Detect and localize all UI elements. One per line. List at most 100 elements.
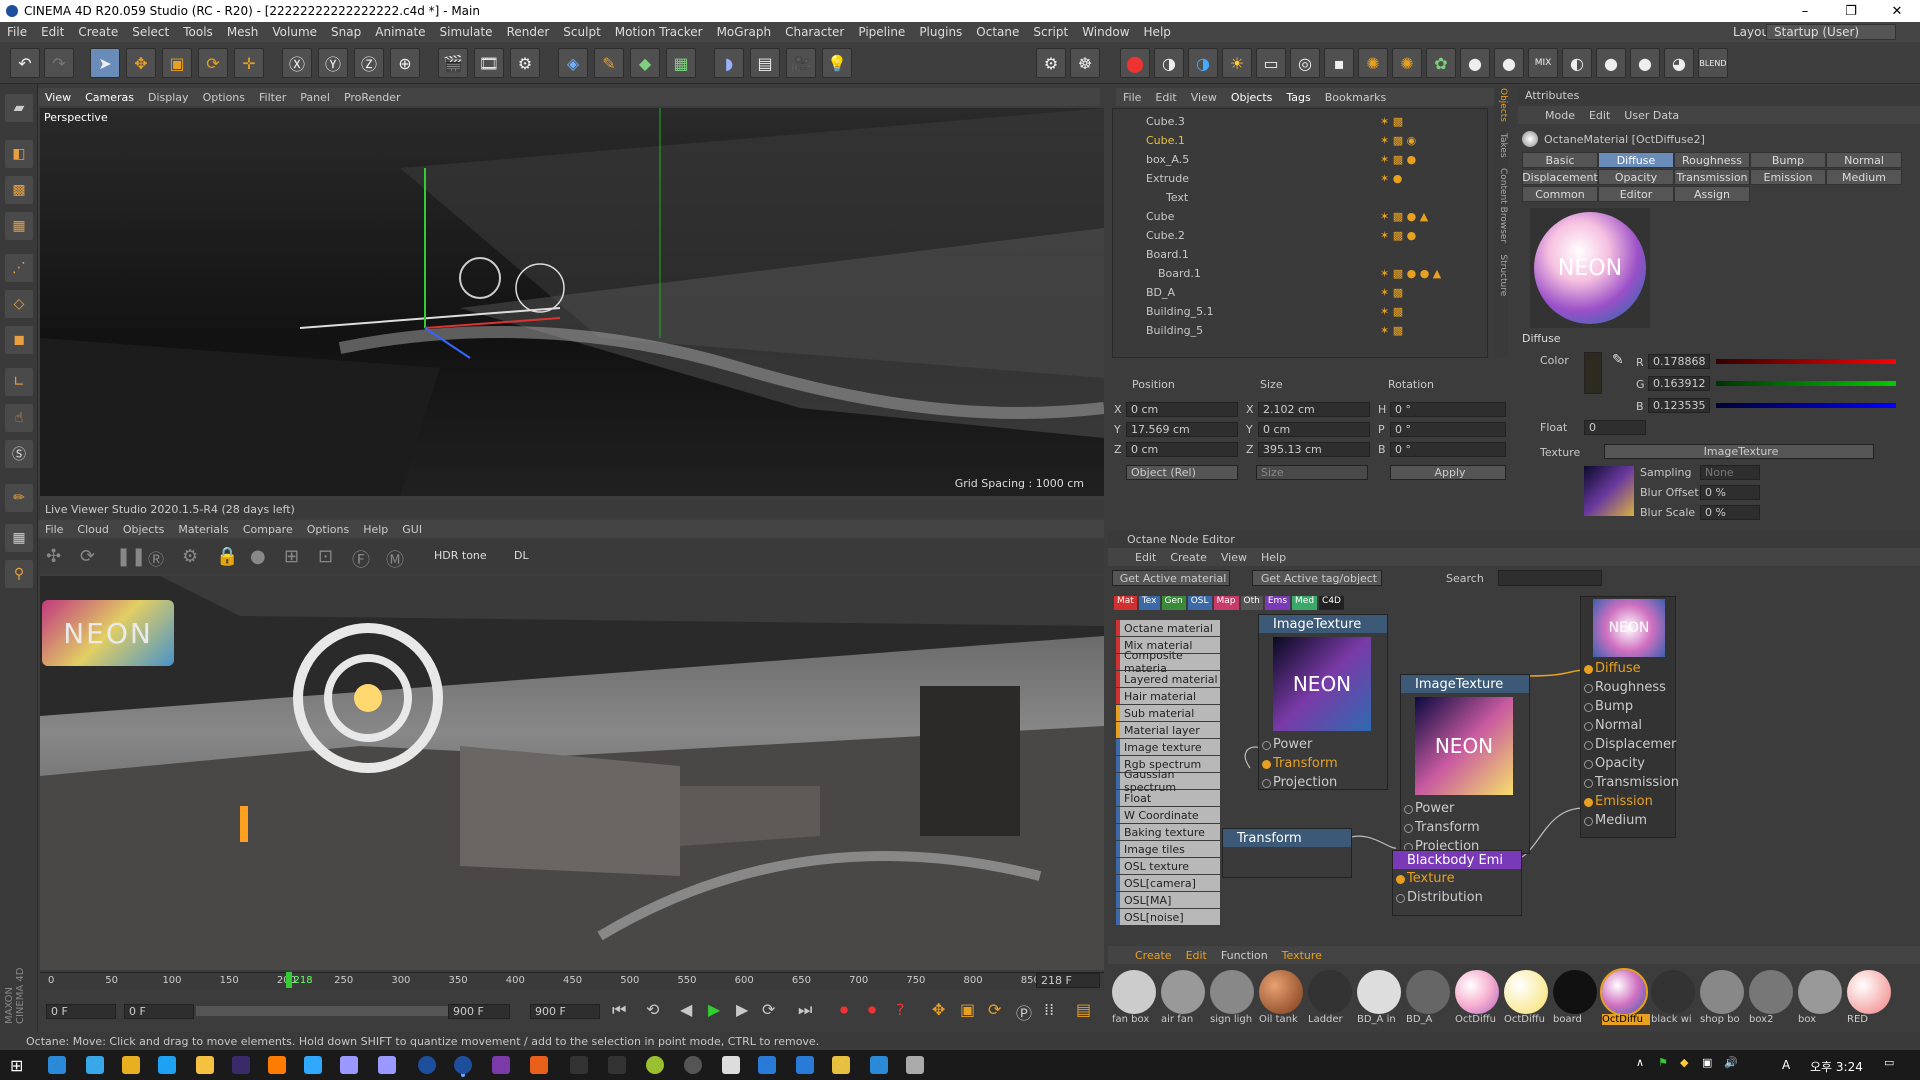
color-r-slider[interactable] xyxy=(1716,359,1896,364)
lv-pause-icon[interactable]: ❚❚ xyxy=(116,546,146,567)
octane-mat-glossy-icon[interactable]: ● xyxy=(1494,48,1524,78)
cinema4d-icon[interactable] xyxy=(418,1056,436,1074)
solo-icon[interactable]: ⚲ xyxy=(5,560,33,588)
port-diffuse[interactable]: Diffuse xyxy=(1581,659,1675,678)
obj-menu-file[interactable]: File xyxy=(1116,91,1148,104)
cat-osl[interactable]: OSL xyxy=(1187,596,1212,610)
texture-mode-icon[interactable]: ▩ xyxy=(5,176,33,204)
list-item[interactable]: Layered material xyxy=(1116,671,1220,687)
side-tab-objects[interactable]: Objects xyxy=(1498,88,1508,122)
lv-film-icon[interactable]: Ⓕ xyxy=(352,546,370,572)
app-icon-generic-10[interactable] xyxy=(870,1056,888,1074)
key-scale-icon[interactable]: ▣ xyxy=(960,1000,975,1019)
lv-send-icon[interactable]: ✣ xyxy=(46,546,61,567)
material-ball[interactable] xyxy=(1847,970,1891,1014)
app-icon-generic-8[interactable] xyxy=(796,1056,814,1074)
current-frame-field[interactable]: 218 F xyxy=(1036,973,1100,988)
octane-live-icon[interactable]: ☸ xyxy=(1070,48,1100,78)
material-ball[interactable] xyxy=(1600,968,1648,1016)
app-icon-generic-6[interactable] xyxy=(722,1056,740,1074)
axis-x-icon[interactable]: Ⓧ xyxy=(282,48,312,78)
menu-sculpt[interactable]: Sculpt xyxy=(556,25,607,39)
app-icon-generic[interactable] xyxy=(492,1056,510,1074)
pos-x-field[interactable]: 0 cm xyxy=(1126,402,1238,417)
viewport-menu-cameras[interactable]: Cameras xyxy=(78,91,141,104)
coord-mode-select[interactable]: Object (Rel) xyxy=(1126,465,1238,480)
octane-scatter-icon[interactable]: ✺ xyxy=(1358,48,1388,78)
port-roughness[interactable]: Roughness xyxy=(1581,678,1675,697)
octane-render-view[interactable]: NEON xyxy=(40,576,1104,970)
texture-link[interactable]: ImageTexture xyxy=(1604,444,1874,459)
menu-plugins[interactable]: Plugins xyxy=(912,25,969,39)
app-icon-generic-4[interactable] xyxy=(646,1056,664,1074)
ne-menu-edit[interactable]: Edit xyxy=(1128,551,1163,564)
chrome-icon[interactable] xyxy=(122,1056,140,1074)
menu-mesh[interactable]: Mesh xyxy=(220,25,266,39)
list-item[interactable]: Cube.1 ✶ ▩ ◉ xyxy=(1120,131,1480,150)
list-item[interactable]: OSL[MA] xyxy=(1116,892,1220,908)
material-ball[interactable] xyxy=(1455,970,1499,1014)
workplane-icon[interactable]: ▦ xyxy=(5,212,33,240)
rot-b-field[interactable]: 0 ° xyxy=(1390,442,1506,457)
playhead[interactable] xyxy=(286,972,292,988)
app-icon-generic-5[interactable] xyxy=(684,1056,702,1074)
tab-bump[interactable]: Bump xyxy=(1750,152,1826,168)
menu-snap[interactable]: Snap xyxy=(324,25,368,39)
viewport-menu-view[interactable]: View xyxy=(38,91,78,104)
float-field[interactable]: 0 xyxy=(1584,420,1646,435)
max-frame-field[interactable]: 900 F xyxy=(448,1004,510,1019)
octane-ies-icon[interactable]: ▪ xyxy=(1324,48,1354,78)
blur-offset-field[interactable]: 0 % xyxy=(1700,485,1760,500)
lv-menu-objects[interactable]: Objects xyxy=(116,523,172,536)
list-item[interactable]: Cube.3 ✶ ▩ xyxy=(1120,112,1480,131)
list-item[interactable]: Building_5 ✶ ▩ xyxy=(1120,321,1480,340)
select-icon[interactable]: ➤ xyxy=(90,48,120,78)
material-output-node[interactable]: NEON Diffuse Roughness Bump Normal Displ… xyxy=(1580,596,1679,838)
menu-edit[interactable]: Edit xyxy=(34,25,71,39)
color-g-slider[interactable] xyxy=(1716,381,1896,386)
material-ball[interactable] xyxy=(1308,970,1352,1014)
aftereffects-icon[interactable] xyxy=(378,1056,396,1074)
close-icon[interactable]: ✕ xyxy=(1874,0,1920,22)
octane-mat-specular-icon[interactable]: ● xyxy=(1596,48,1626,78)
sampling-select[interactable]: None xyxy=(1700,465,1760,480)
list-item[interactable]: Board.1 ✶ ▩ ● ● ▲ xyxy=(1120,264,1480,283)
menu-tools[interactable]: Tools xyxy=(176,25,220,39)
rot-p-field[interactable]: 0 ° xyxy=(1390,422,1506,437)
timeline-menu-icon[interactable]: ▤ xyxy=(1076,1000,1091,1019)
material-ball[interactable] xyxy=(1259,970,1303,1014)
ne-menu-help[interactable]: Help xyxy=(1254,551,1293,564)
move-icon[interactable]: ✥ xyxy=(126,48,156,78)
octane-arealight-icon[interactable]: ▭ xyxy=(1256,48,1286,78)
end-frame-field[interactable]: 900 F xyxy=(530,1004,600,1019)
scale-icon[interactable]: ▣ xyxy=(162,48,192,78)
tray-network-icon[interactable]: ▣ xyxy=(1702,1056,1712,1069)
attr-menu-mode[interactable]: Mode xyxy=(1538,109,1582,122)
auto-key-icon[interactable]: ⏺ xyxy=(868,1000,876,1020)
coord-system-icon[interactable]: ⊕ xyxy=(390,48,420,78)
viewport-menu-panel[interactable]: Panel xyxy=(293,91,337,104)
app-icon-generic-7[interactable] xyxy=(758,1056,776,1074)
lv-settings-icon[interactable]: ⚙ xyxy=(182,546,198,567)
size-z-field[interactable]: 395.13 cm xyxy=(1258,442,1370,457)
cat-tex[interactable]: Tex xyxy=(1138,596,1160,610)
list-item[interactable]: Extrude ✶ ● xyxy=(1120,169,1480,188)
side-tab-content-browser[interactable]: Content Browser xyxy=(1498,168,1508,243)
menu-volume[interactable]: Volume xyxy=(265,25,324,39)
color-b-slider[interactable] xyxy=(1716,403,1896,408)
points-mode-icon[interactable]: ⋰ xyxy=(5,254,33,282)
menu-character[interactable]: Character xyxy=(778,25,851,39)
eyedropper-icon[interactable]: ✎ xyxy=(1612,352,1624,368)
edge-icon[interactable] xyxy=(48,1056,66,1074)
obj-menu-tags[interactable]: Tags xyxy=(1279,91,1317,104)
port-opacity[interactable]: Opacity xyxy=(1581,754,1675,773)
record-icon[interactable]: ⏺ xyxy=(840,1000,848,1020)
app-icon-generic-11[interactable] xyxy=(906,1056,924,1074)
port-bump[interactable]: Bump xyxy=(1581,697,1675,716)
viewport-menu-prorender[interactable]: ProRender xyxy=(337,91,408,104)
port-displacement[interactable]: Displacemer xyxy=(1581,735,1676,754)
mm-menu-edit[interactable]: Edit xyxy=(1179,949,1214,962)
app-icon-generic-2[interactable] xyxy=(530,1056,548,1074)
size-mode-select[interactable]: Size xyxy=(1256,465,1368,480)
search-input[interactable] xyxy=(1498,570,1602,586)
